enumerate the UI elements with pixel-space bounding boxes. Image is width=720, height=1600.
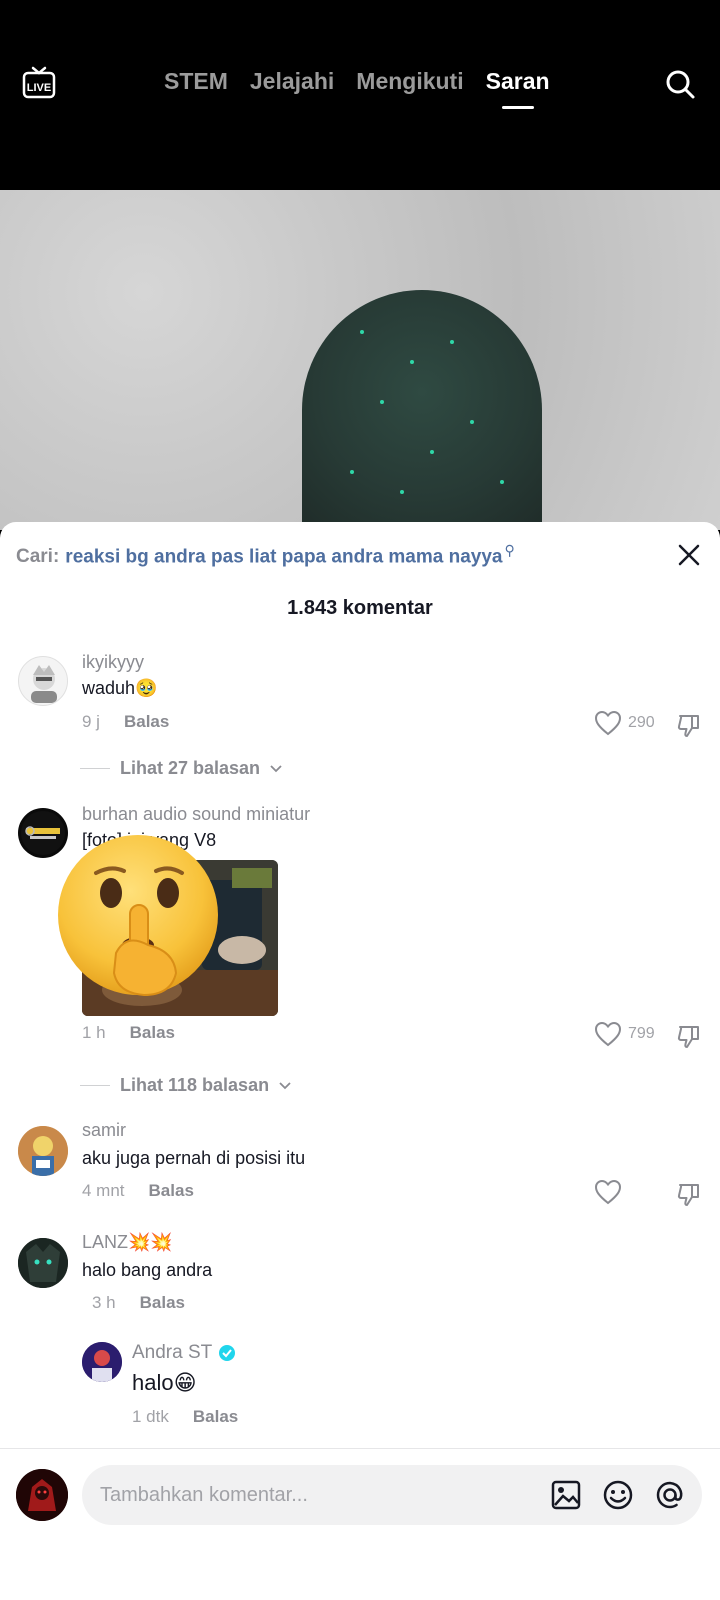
chevron-down-icon: [279, 1081, 291, 1089]
avatar[interactable]: [18, 1238, 68, 1288]
comment-meta: 9 j Balas: [82, 712, 169, 732]
chevron-down-icon: [270, 764, 282, 772]
emoji-icon[interactable]: [602, 1479, 634, 1511]
top-nav-bar: LIVE STEM Jelajahi Mengikuti Saran: [0, 0, 720, 190]
comment-text: waduh🥹: [82, 678, 158, 698]
search-icon[interactable]: [664, 68, 696, 100]
view-replies-label: Lihat 118 balasan: [120, 1075, 270, 1095]
shushing-face-emoji: [58, 835, 218, 997]
comment-text: aku juga pernah di posisi itu: [82, 1148, 306, 1168]
comment-time: 3 h: [92, 1293, 116, 1312]
heart-icon: [594, 710, 622, 736]
live-icon[interactable]: LIVE: [22, 66, 56, 100]
comment-username[interactable]: ikyikyyy: [82, 652, 144, 673]
comment-time: 9 j: [82, 712, 100, 731]
search-label: Cari:: [16, 546, 60, 568]
heart-icon: [594, 1021, 622, 1047]
comment-time: 4 mnt: [82, 1181, 125, 1200]
comment-time: 1 h: [82, 1023, 106, 1042]
reply-button[interactable]: Balas: [130, 1023, 175, 1043]
like-button[interactable]: 290: [594, 710, 655, 736]
comment-count: 1.843 komentar: [287, 597, 433, 619]
comment-time: 1 dtk: [132, 1407, 169, 1426]
tab-jelajahi[interactable]: Jelajahi: [250, 68, 334, 95]
comment-meta: 1 dtk Balas: [132, 1407, 238, 1427]
reply-button[interactable]: Balas: [149, 1181, 194, 1201]
reply-username-row[interactable]: Andra ST: [132, 1342, 236, 1364]
comment-meta: 4 mnt Balas: [82, 1181, 194, 1201]
avatar[interactable]: [18, 656, 68, 706]
small-search-icon: ⚲: [504, 542, 515, 558]
svg-text:LIVE: LIVE: [27, 82, 51, 94]
search-query-link[interactable]: reaksi bg andra pas liat papa andra mama…: [65, 546, 502, 567]
heart-icon: [594, 1179, 622, 1205]
like-button[interactable]: [594, 1179, 628, 1205]
dislike-icon[interactable]: [676, 712, 702, 738]
comment-meta: 3 h Balas: [92, 1293, 185, 1313]
avatar[interactable]: [16, 1469, 68, 1521]
avatar[interactable]: [82, 1342, 122, 1382]
comment-meta: 1 h Balas: [82, 1023, 175, 1043]
dislike-icon[interactable]: [676, 1181, 702, 1207]
tab-stem[interactable]: STEM: [164, 68, 228, 95]
view-replies-label: Lihat 27 balasan: [120, 758, 261, 778]
reply-button[interactable]: Balas: [124, 712, 169, 732]
tab-mengikuti[interactable]: Mengikuti: [356, 68, 463, 95]
like-count: 290: [628, 714, 655, 731]
related-search[interactable]: Cari: reaksi bg andra pas liat papa andra…: [16, 542, 515, 568]
comment-input[interactable]: [100, 1465, 520, 1525]
view-replies-button[interactable]: Lihat 27 balasan: [80, 758, 282, 779]
view-replies-button[interactable]: Lihat 118 balasan: [80, 1075, 291, 1096]
image-icon[interactable]: [550, 1479, 582, 1511]
comment-username[interactable]: samir: [82, 1120, 126, 1141]
verified-badge-icon: [219, 1345, 236, 1361]
dislike-icon[interactable]: [676, 1023, 702, 1049]
like-button[interactable]: 799: [594, 1021, 655, 1047]
video-player[interactable]: [0, 190, 720, 530]
close-icon[interactable]: [676, 542, 702, 568]
comment-username[interactable]: burhan audio sound miniatur: [82, 804, 310, 825]
comment-username[interactable]: Andra ST: [132, 1342, 212, 1364]
tab-saran[interactable]: Saran: [486, 68, 550, 95]
comment-text: halo bang andra: [82, 1260, 213, 1280]
comment-username[interactable]: LANZ💥💥: [82, 1232, 173, 1253]
reply-button[interactable]: Balas: [193, 1407, 238, 1427]
reply-button[interactable]: Balas: [140, 1293, 185, 1313]
video-content-finger: [302, 290, 542, 530]
feed-tabs: STEM Jelajahi Mengikuti Saran: [164, 68, 550, 95]
comment-input-bar: [0, 1448, 720, 1600]
comment-input-pill: [82, 1465, 702, 1525]
like-count: 799: [628, 1025, 655, 1042]
mention-icon[interactable]: [654, 1479, 686, 1511]
comment-text: halo😁: [132, 1370, 197, 1395]
avatar[interactable]: [18, 1126, 68, 1176]
